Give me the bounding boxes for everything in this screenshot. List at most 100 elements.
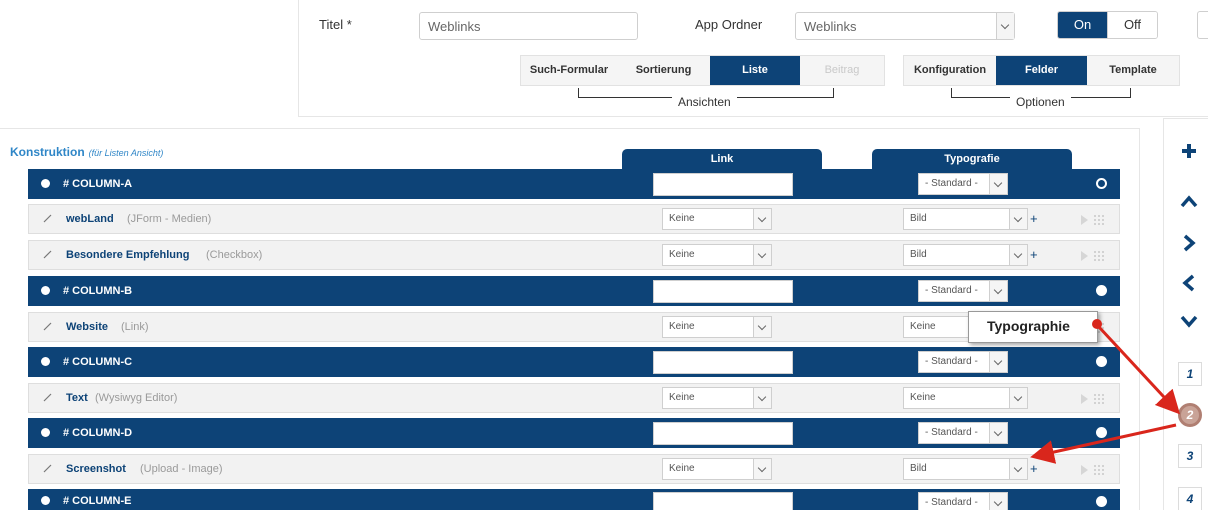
toggle-on-button[interactable]: On xyxy=(1058,12,1107,38)
tab-felder[interactable]: Felder xyxy=(996,56,1087,85)
layout-button-2[interactable]: 2 xyxy=(1178,403,1202,427)
typografie-select[interactable]: Keine xyxy=(903,387,1028,409)
layout-button-4[interactable]: 4 xyxy=(1178,487,1202,510)
field-type: (JForm - Medien) xyxy=(127,213,212,225)
tab-liste[interactable]: Liste xyxy=(710,56,800,85)
pencil-icon[interactable] xyxy=(43,249,53,259)
pencil-icon[interactable] xyxy=(43,463,53,473)
app-ordner-label: App Ordner xyxy=(695,17,763,32)
radio-dot-icon[interactable] xyxy=(1096,496,1107,507)
field-type: (Wysiwyg Editor) xyxy=(95,392,178,404)
field-name: Screenshot xyxy=(66,463,126,475)
radio-dot-icon[interactable] xyxy=(1096,427,1107,438)
tab-beitrag[interactable]: Beitrag xyxy=(800,56,884,85)
truncated-button[interactable] xyxy=(1197,11,1208,39)
on-off-toggle[interactable]: On Off xyxy=(1057,11,1158,39)
link-select[interactable]: Keine xyxy=(662,316,772,338)
typografie-select[interactable]: Bild xyxy=(903,208,1028,230)
drag-handle-icon[interactable] xyxy=(1081,393,1111,405)
typografie-select[interactable]: - Standard - xyxy=(918,351,1008,373)
chevron-down-icon xyxy=(1009,209,1027,229)
typografie-select[interactable]: - Standard - xyxy=(918,173,1008,195)
chevron-down-icon xyxy=(753,245,771,265)
chevron-down-icon xyxy=(989,352,1007,372)
chevron-down-icon[interactable] xyxy=(1180,312,1198,330)
field-row-besondere-empfehlung[interactable]: Besondere Empfehlung (Checkbox) Keine Bi… xyxy=(28,240,1120,270)
pencil-icon[interactable] xyxy=(43,321,53,331)
field-row-text[interactable]: Text (Wysiwyg Editor) Keine Keine xyxy=(28,383,1120,413)
link-input[interactable] xyxy=(653,351,793,374)
tab-konfiguration[interactable]: Konfiguration xyxy=(904,56,996,85)
typografie-select[interactable]: - Standard - xyxy=(918,280,1008,302)
column-row-b[interactable]: # COLUMN-B - Standard - xyxy=(28,276,1120,306)
typographie-callout: Typographie xyxy=(968,311,1098,343)
titel-input[interactable]: Weblinks xyxy=(419,12,638,40)
link-input[interactable] xyxy=(653,492,793,510)
tab-such-formular[interactable]: Such-Formular xyxy=(521,56,617,85)
typografie-column-header: Typografie xyxy=(872,149,1072,169)
column-row-e[interactable]: # COLUMN-E - Standard - xyxy=(28,489,1120,510)
typografie-value: Keine xyxy=(910,392,936,403)
add-typografie-button[interactable]: + xyxy=(1030,211,1038,226)
tab-template[interactable]: Template xyxy=(1087,56,1179,85)
column-row-d[interactable]: # COLUMN-D - Standard - xyxy=(28,418,1120,448)
chevron-down-icon xyxy=(989,423,1007,443)
link-select[interactable]: Keine xyxy=(662,208,772,230)
chevron-down-icon xyxy=(1009,459,1027,479)
typografie-value: Bild xyxy=(910,249,927,260)
link-select[interactable]: Keine xyxy=(662,458,772,480)
column-name: # COLUMN-B xyxy=(63,285,133,297)
typografie-value: Bild xyxy=(910,463,927,474)
field-type: (Checkbox) xyxy=(206,249,263,261)
link-value: Keine xyxy=(669,392,695,403)
typografie-value: - Standard - xyxy=(925,356,978,367)
column-row-c[interactable]: # COLUMN-C - Standard - xyxy=(28,347,1120,377)
tab-sortierung[interactable]: Sortierung xyxy=(617,56,710,85)
field-type: (Upload - Image) xyxy=(140,463,223,475)
plus-icon[interactable] xyxy=(1180,142,1198,160)
toggle-off-button[interactable]: Off xyxy=(1107,12,1157,38)
field-row-website[interactable]: Website (Link) Keine Keine xyxy=(28,312,1120,342)
field-row-webland[interactable]: webLand (JForm - Medien) Keine Bild + xyxy=(28,204,1120,234)
radio-dot-icon[interactable] xyxy=(1096,356,1107,367)
chevron-down-icon xyxy=(989,281,1007,301)
ansichten-label: Ansichten xyxy=(672,95,737,109)
layout-button-3[interactable]: 3 xyxy=(1178,444,1202,468)
bullet-icon xyxy=(41,496,50,505)
typografie-select[interactable]: - Standard - xyxy=(918,492,1008,510)
radio-circle-icon[interactable] xyxy=(1096,178,1107,189)
pencil-icon[interactable] xyxy=(43,213,53,223)
typografie-select[interactable]: - Standard - xyxy=(918,422,1008,444)
chevron-down-icon xyxy=(989,493,1007,510)
chevron-down-icon xyxy=(753,459,771,479)
add-typografie-button[interactable]: + xyxy=(1030,461,1038,476)
chevron-down-icon xyxy=(753,317,771,337)
column-row-a[interactable]: # COLUMN-A - Standard - xyxy=(28,169,1120,199)
bullet-icon xyxy=(41,357,50,366)
link-select[interactable]: Keine xyxy=(662,244,772,266)
radio-dot-icon[interactable] xyxy=(1096,285,1107,296)
link-select[interactable]: Keine xyxy=(662,387,772,409)
link-input[interactable] xyxy=(653,280,793,303)
chevron-right-icon[interactable] xyxy=(1180,234,1198,252)
link-value: Keine xyxy=(669,213,695,224)
chevron-up-icon[interactable] xyxy=(1180,193,1198,211)
app-ordner-select[interactable]: Weblinks xyxy=(795,12,1015,40)
typografie-select[interactable]: Bild xyxy=(903,244,1028,266)
link-input[interactable] xyxy=(653,173,793,196)
typografie-value: Bild xyxy=(910,213,927,224)
layout-button-1[interactable]: 1 xyxy=(1178,362,1202,386)
bullet-icon xyxy=(41,428,50,437)
drag-handle-icon[interactable] xyxy=(1081,250,1111,262)
typografie-select[interactable]: Bild xyxy=(903,458,1028,480)
column-name: # COLUMN-E xyxy=(63,495,132,507)
drag-handle-icon[interactable] xyxy=(1081,464,1111,476)
column-name: # COLUMN-D xyxy=(63,427,133,439)
chevron-left-icon[interactable] xyxy=(1180,274,1198,292)
pencil-icon[interactable] xyxy=(43,392,53,402)
link-input[interactable] xyxy=(653,422,793,445)
add-typografie-button[interactable]: + xyxy=(1030,247,1038,262)
konstruktion-title: Konstruktion (für Listen Ansicht) xyxy=(10,145,163,159)
field-row-screenshot[interactable]: Screenshot (Upload - Image) Keine Bild + xyxy=(28,454,1120,484)
drag-handle-icon[interactable] xyxy=(1081,214,1111,226)
